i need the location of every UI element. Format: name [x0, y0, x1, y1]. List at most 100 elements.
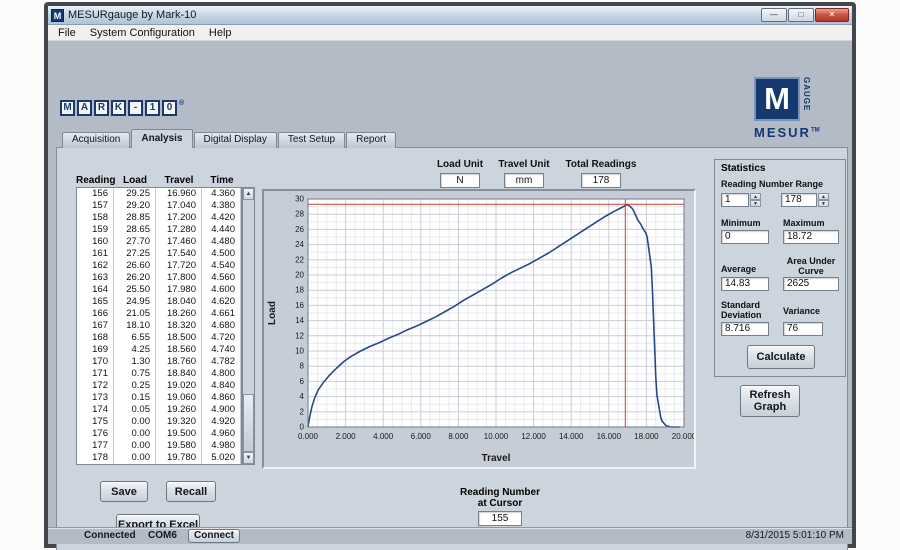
- table-row[interactable]: 1694.2518.5604.740: [77, 344, 241, 356]
- app-window: M MESURgauge by Mark-10 — □ ✕ FileSystem…: [44, 2, 856, 548]
- mesur-m-logo: M: [754, 77, 800, 121]
- reading-number-at-cursor-value: 155: [478, 511, 522, 526]
- y-tick-label: 12: [295, 331, 304, 340]
- y-tick-label: 10: [295, 347, 304, 356]
- table-row[interactable]: 16524.9518.0404.620: [77, 296, 241, 308]
- menu-system-configuration[interactable]: System Configuration: [83, 26, 202, 40]
- table-row[interactable]: 1750.0019.3204.920: [77, 416, 241, 428]
- save-button[interactable]: Save: [100, 481, 148, 502]
- column-header-time: Time: [202, 175, 242, 186]
- x-tick-label: 16.000: [597, 432, 622, 441]
- load-unit-value: N: [440, 173, 480, 188]
- column-header-travel: Travel: [156, 175, 202, 186]
- tab-digital-display[interactable]: Digital Display: [194, 132, 277, 148]
- table-row[interactable]: 1710.7518.8404.800: [77, 368, 241, 380]
- table-row[interactable]: 1760.0019.5004.960: [77, 428, 241, 440]
- statistics-title: Statistics: [721, 163, 765, 174]
- menu-file[interactable]: File: [51, 26, 83, 40]
- mark10-logo-letter: R: [94, 100, 109, 116]
- range-from-input[interactable]: 1: [721, 193, 749, 207]
- table-row[interactable]: 1720.2519.0204.840: [77, 380, 241, 392]
- spin-up-icon[interactable]: ▲: [750, 193, 761, 200]
- close-button[interactable]: ✕: [815, 8, 849, 22]
- chart-container: 0.0002.0004.0006.0008.00010.00012.00014.…: [262, 189, 696, 469]
- y-tick-label: 8: [300, 362, 305, 371]
- table-row[interactable]: 15729.2017.0404.380: [77, 200, 241, 212]
- minimize-button[interactable]: —: [761, 8, 787, 22]
- tab-report[interactable]: Report: [346, 132, 396, 148]
- table-cell: 0.00: [114, 452, 156, 465]
- scrollbar-thumb[interactable]: [243, 394, 254, 452]
- recall-button[interactable]: Recall: [166, 481, 216, 502]
- menubar: FileSystem ConfigurationHelp: [48, 25, 852, 41]
- connection-status: Connected: [84, 530, 136, 541]
- y-tick-label: 22: [295, 255, 304, 264]
- travel-unit-label: Travel Unit: [492, 159, 556, 170]
- status-bar: Connected COM6 Connect 8/31/2015 5:01:10…: [48, 527, 852, 544]
- table-row[interactable]: 16027.7017.4604.480: [77, 236, 241, 248]
- range-label: Reading Number Range: [721, 179, 823, 189]
- table-row[interactable]: 16425.5017.9804.600: [77, 284, 241, 296]
- com-port: COM6: [148, 530, 177, 541]
- range-to-input[interactable]: 178: [781, 193, 817, 207]
- tab-test-setup[interactable]: Test Setup: [278, 132, 345, 148]
- table-row[interactable]: 1780.0019.7805.020: [77, 452, 241, 464]
- table-row[interactable]: 16326.2017.8004.560: [77, 272, 241, 284]
- maximize-button[interactable]: □: [788, 8, 814, 22]
- table-row[interactable]: 1770.0019.5804.980: [77, 440, 241, 452]
- travel-unit-value: mm: [504, 173, 544, 188]
- table-row[interactable]: 16718.1018.3204.680: [77, 320, 241, 332]
- table-row[interactable]: 1730.1519.0604.860: [77, 392, 241, 404]
- table-row[interactable]: 16226.6017.7204.540: [77, 260, 241, 272]
- area-under-curve-label: Area Under Curve: [783, 256, 839, 276]
- spin-down-icon[interactable]: ▼: [818, 200, 829, 207]
- spin-down-icon[interactable]: ▼: [750, 200, 761, 207]
- x-tick-label: 6.000: [411, 432, 432, 441]
- x-tick-label: 10.000: [484, 432, 509, 441]
- x-tick-label: 20.000: [672, 432, 694, 441]
- table-row[interactable]: 15629.2516.9604.360: [77, 188, 241, 200]
- column-header-load: Load: [114, 175, 156, 186]
- connect-button[interactable]: Connect: [188, 529, 240, 543]
- table-row[interactable]: 1686.5518.5004.720: [77, 332, 241, 344]
- y-tick-label: 18: [295, 286, 304, 295]
- range-from-spinner: ▲ ▼: [750, 193, 761, 208]
- x-tick-label: 2.000: [336, 432, 357, 441]
- table-scrollbar[interactable]: ▲ ▼: [242, 187, 255, 465]
- variance-label: Variance: [783, 306, 820, 316]
- client-area: MARK-10® M GAUGE MESURTM AcquisitionAnal…: [48, 41, 852, 527]
- y-tick-label: 0: [300, 423, 305, 432]
- standard-deviation-value: 8.716: [721, 322, 769, 336]
- load-unit-group: Load Unit N: [428, 159, 492, 188]
- x-tick-label: 8.000: [448, 432, 469, 441]
- status-timestamp: 8/31/2015 5:01:10 PM: [746, 530, 844, 541]
- table-row[interactable]: 1701.3018.7604.782: [77, 356, 241, 368]
- table-row[interactable]: 16127.2517.5404.500: [77, 248, 241, 260]
- y-tick-label: 24: [295, 240, 304, 249]
- tab-acquisition[interactable]: Acquisition: [62, 132, 130, 148]
- table-row[interactable]: 15828.8517.2004.420: [77, 212, 241, 224]
- table-row[interactable]: 1740.0519.2604.900: [77, 404, 241, 416]
- tab-strip: AcquisitionAnalysisDigital DisplayTest S…: [62, 130, 397, 148]
- tab-analysis[interactable]: Analysis: [131, 129, 192, 148]
- table-row[interactable]: 15928.6517.2804.440: [77, 224, 241, 236]
- x-tick-label: 4.000: [373, 432, 394, 441]
- menu-help[interactable]: Help: [202, 26, 239, 40]
- y-tick-label: 2: [300, 407, 305, 416]
- screenshot-canvas: M MESURgauge by Mark-10 — □ ✕ FileSystem…: [0, 0, 900, 550]
- load-unit-label: Load Unit: [428, 159, 492, 170]
- table-row[interactable]: 16621.0518.2604.661: [77, 308, 241, 320]
- load-travel-chart[interactable]: 0.0002.0004.0006.0008.00010.00012.00014.…: [264, 191, 694, 467]
- window-controls: — □ ✕: [761, 8, 849, 22]
- y-tick-label: 4: [300, 392, 305, 401]
- y-tick-label: 6: [300, 377, 305, 386]
- x-tick-label: 0.000: [298, 432, 319, 441]
- calculate-button[interactable]: Calculate: [747, 345, 815, 369]
- refresh-graph-button[interactable]: Refresh Graph: [740, 385, 800, 417]
- scroll-up-icon[interactable]: ▲: [243, 188, 254, 200]
- table-cell: 19.780: [156, 452, 202, 465]
- variance-value: 76: [783, 322, 823, 336]
- mark10-logo: MARK-10®: [60, 100, 184, 116]
- scroll-down-icon[interactable]: ▼: [243, 452, 254, 464]
- spin-up-icon[interactable]: ▲: [818, 193, 829, 200]
